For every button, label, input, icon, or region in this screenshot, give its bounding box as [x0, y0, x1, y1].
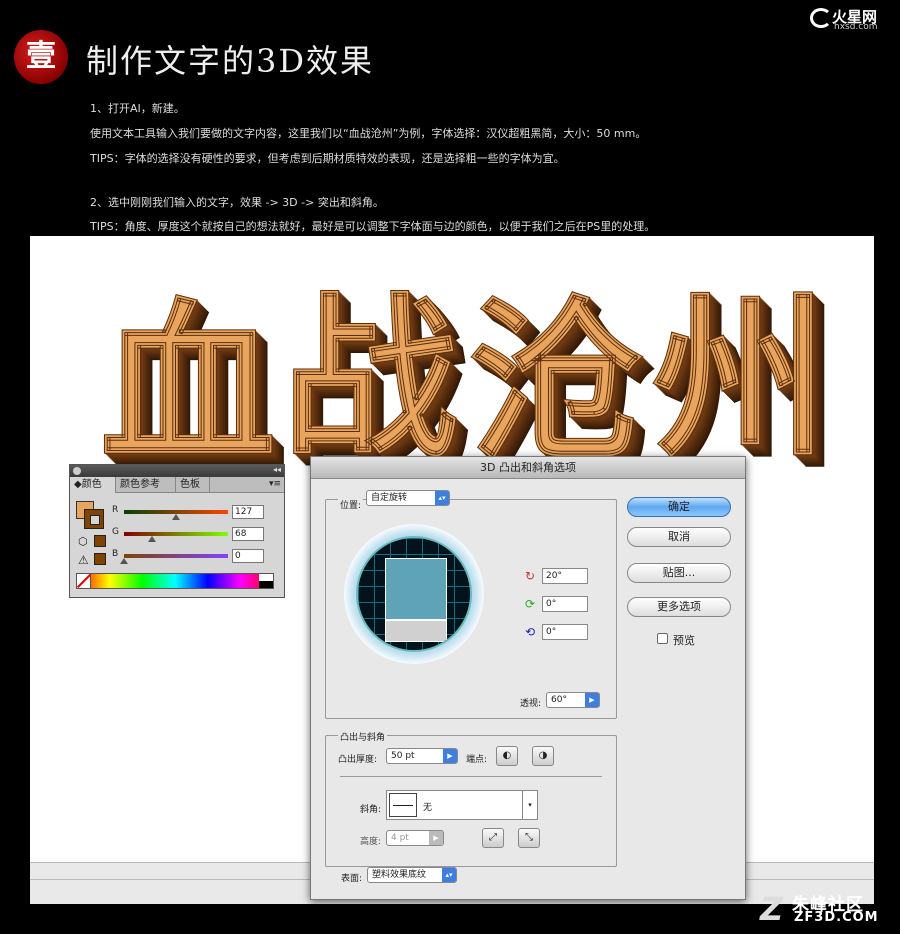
rotate-z-axis-icon: ⟲	[524, 625, 536, 639]
close-icon[interactable]	[73, 467, 81, 475]
rotate-x-input[interactable]: 20°	[542, 568, 588, 584]
red-slider-handle[interactable]	[171, 514, 180, 520]
red-slider-row: R 127	[112, 505, 282, 521]
perspective-label: 透视:	[520, 699, 542, 709]
color-spectrum-ramp[interactable]	[76, 573, 274, 589]
blue-value-input[interactable]: 0	[232, 549, 264, 563]
green-slider-handle[interactable]	[147, 536, 156, 542]
tab-color-guide[interactable]: 颜色参考	[116, 477, 176, 493]
stroke-swatch[interactable]	[84, 509, 104, 529]
more-options-button[interactable]: 更多选项	[627, 597, 731, 617]
rotation-trackball[interactable]	[344, 524, 484, 664]
bevel-select[interactable]: 无	[386, 790, 536, 820]
blue-slider-track[interactable]	[124, 554, 228, 558]
black-white-swatch[interactable]	[259, 574, 273, 588]
play-arrow-icon: ▶	[443, 749, 457, 763]
play-arrow-icon: ▶	[429, 831, 443, 845]
green-label: G	[112, 527, 119, 537]
intro-line-1: 1、打开AI，新建。	[90, 102, 185, 115]
web-safe-swatch[interactable]	[94, 535, 106, 547]
color-panel-titlebar[interactable]: ◂◂	[70, 465, 284, 477]
green-slider-track[interactable]	[124, 532, 228, 536]
divider	[340, 776, 602, 777]
gamut-swatch[interactable]	[94, 553, 106, 565]
chevron-down-icon: ▴▾	[435, 491, 449, 505]
red-value-input[interactable]: 127	[232, 505, 264, 519]
tab-color[interactable]: ◆颜色	[70, 477, 116, 493]
chevron-down-icon: ▴▾	[442, 868, 456, 882]
bevel-in-button[interactable]: ⤡	[518, 828, 540, 848]
red-label: R	[112, 505, 119, 515]
cube-front-face	[385, 558, 447, 620]
position-group: 位置: 自定旋转 ▴▾ ↻ 20° ⟳ 0° ⟲ 0° 透视: 60° ▶	[325, 490, 617, 719]
rotate-y-input[interactable]: 0°	[542, 596, 588, 612]
watermark-en: ZF3D.COM	[794, 910, 879, 925]
extrude-group-label: 凸出与斜角	[338, 730, 388, 743]
cube-side-face	[385, 620, 447, 642]
bevel-label: 斜角:	[360, 805, 382, 815]
color-panel: ◂◂ ◆颜色 颜色参考 色板 ▾≡ ⬡ ⚠ R 127 G 68 B 0	[69, 464, 285, 598]
out-of-web-gamut-cube-icon[interactable]: ⬡	[78, 535, 88, 548]
cap-off-button[interactable]: ◑	[532, 746, 554, 766]
tutorial-page: { "site_logo": {"word": "火星网", "url": "h…	[0, 0, 900, 934]
intro-line-5: TIPS：角度、厚度这个就按自己的想法就好，最好是可以调整下字体面与边的颜色，以…	[90, 220, 656, 233]
perspective-select[interactable]: 60° ▶	[546, 692, 600, 708]
height-select[interactable]: 4 pt ▶	[386, 830, 444, 846]
surface-label: 表面:	[341, 874, 363, 884]
depth-label: 凸出厚度:	[338, 755, 378, 765]
none-color-swatch[interactable]	[77, 574, 91, 588]
intro-line-4: 2、选中刚刚我们输入的文字，效果 -> 3D -> 突出和斜角。	[90, 196, 384, 209]
flame-logo-icon	[810, 8, 832, 28]
collapse-icon[interactable]: ◂◂	[273, 465, 281, 474]
extrude-bevel-dialog: 3D 凸出和斜角选项 位置: 自定旋转 ▴▾ ↻ 20° ⟳ 0° ⟲ 0° 透视…	[310, 456, 746, 900]
step-seal: 壹	[14, 30, 68, 84]
map-art-button[interactable]: 贴图...	[627, 563, 731, 583]
site-watermark: Z 朱峰社区 ZF3D.COM	[760, 890, 888, 928]
site-logo-url: hxsd.com	[834, 22, 878, 32]
cap-on-button[interactable]: ◐	[496, 746, 518, 766]
dialog-title: 3D 凸出和斜角选项	[311, 457, 745, 479]
blue-label: B	[112, 549, 119, 559]
blue-slider-row: B 0	[112, 549, 282, 565]
intro-line-2: 使用文本工具输入我们要做的文字内容，这里我们以“血战沧州”为例，字体选择：汉仪超…	[90, 127, 647, 140]
artwork-char-4: 州	[651, 277, 829, 483]
play-arrow-icon: ▶	[585, 693, 599, 707]
site-logo: 火星网 hxsd.com	[806, 6, 886, 32]
cancel-button[interactable]: 取消	[627, 527, 731, 547]
cap-label: 端点:	[466, 755, 488, 765]
extrude-bevel-group: 凸出与斜角 凸出厚度: 50 pt ▶ 端点: ◐ ◑ 斜角: 无 ▾ 高度: 4…	[325, 730, 617, 867]
height-label: 高度:	[360, 837, 382, 847]
position-label: 位置:	[338, 498, 364, 511]
page-title: 制作文字的3D效果	[86, 42, 375, 80]
green-slider-row: G 68	[112, 527, 282, 543]
bevel-out-button[interactable]: ⤢	[482, 828, 504, 848]
ok-button[interactable]: 确定	[627, 497, 731, 517]
intro-line-3: TIPS：字体的选择没有硬性的要求，但考虑到后期材质特效的表现，还是选择粗一些的…	[90, 152, 565, 165]
depth-select[interactable]: 50 pt ▶	[386, 748, 458, 764]
bevel-dropdown-icon[interactable]: ▾	[522, 790, 538, 820]
preview-label: 预览	[673, 634, 695, 647]
preview-checkbox[interactable]	[657, 633, 668, 644]
rotate-z-input[interactable]: 0°	[542, 624, 588, 640]
bevel-preview-icon	[389, 793, 417, 817]
artwork-3d-text: 血 战 沧 州	[30, 236, 874, 489]
artwork-char-1: 血	[99, 283, 277, 489]
color-panel-tabs: ◆颜色 颜色参考 色板 ▾≡	[70, 477, 284, 493]
rotate-y-axis-icon: ⟳	[524, 597, 536, 611]
position-select[interactable]: 自定旋转 ▴▾	[366, 490, 450, 506]
zf-logo-icon: Z	[760, 890, 784, 928]
surface-select[interactable]: 塑料效果底纹 ▴▾	[367, 867, 457, 883]
blue-slider-handle[interactable]	[120, 558, 128, 564]
tab-swatches[interactable]: 色板	[176, 477, 210, 493]
green-value-input[interactable]: 68	[232, 527, 264, 541]
artwork-char-2: 战	[281, 277, 459, 483]
out-of-gamut-warning-icon[interactable]: ⚠	[78, 553, 89, 567]
panel-menu-icon[interactable]: ▾≡	[269, 479, 281, 489]
rotate-x-axis-icon: ↻	[524, 569, 536, 583]
